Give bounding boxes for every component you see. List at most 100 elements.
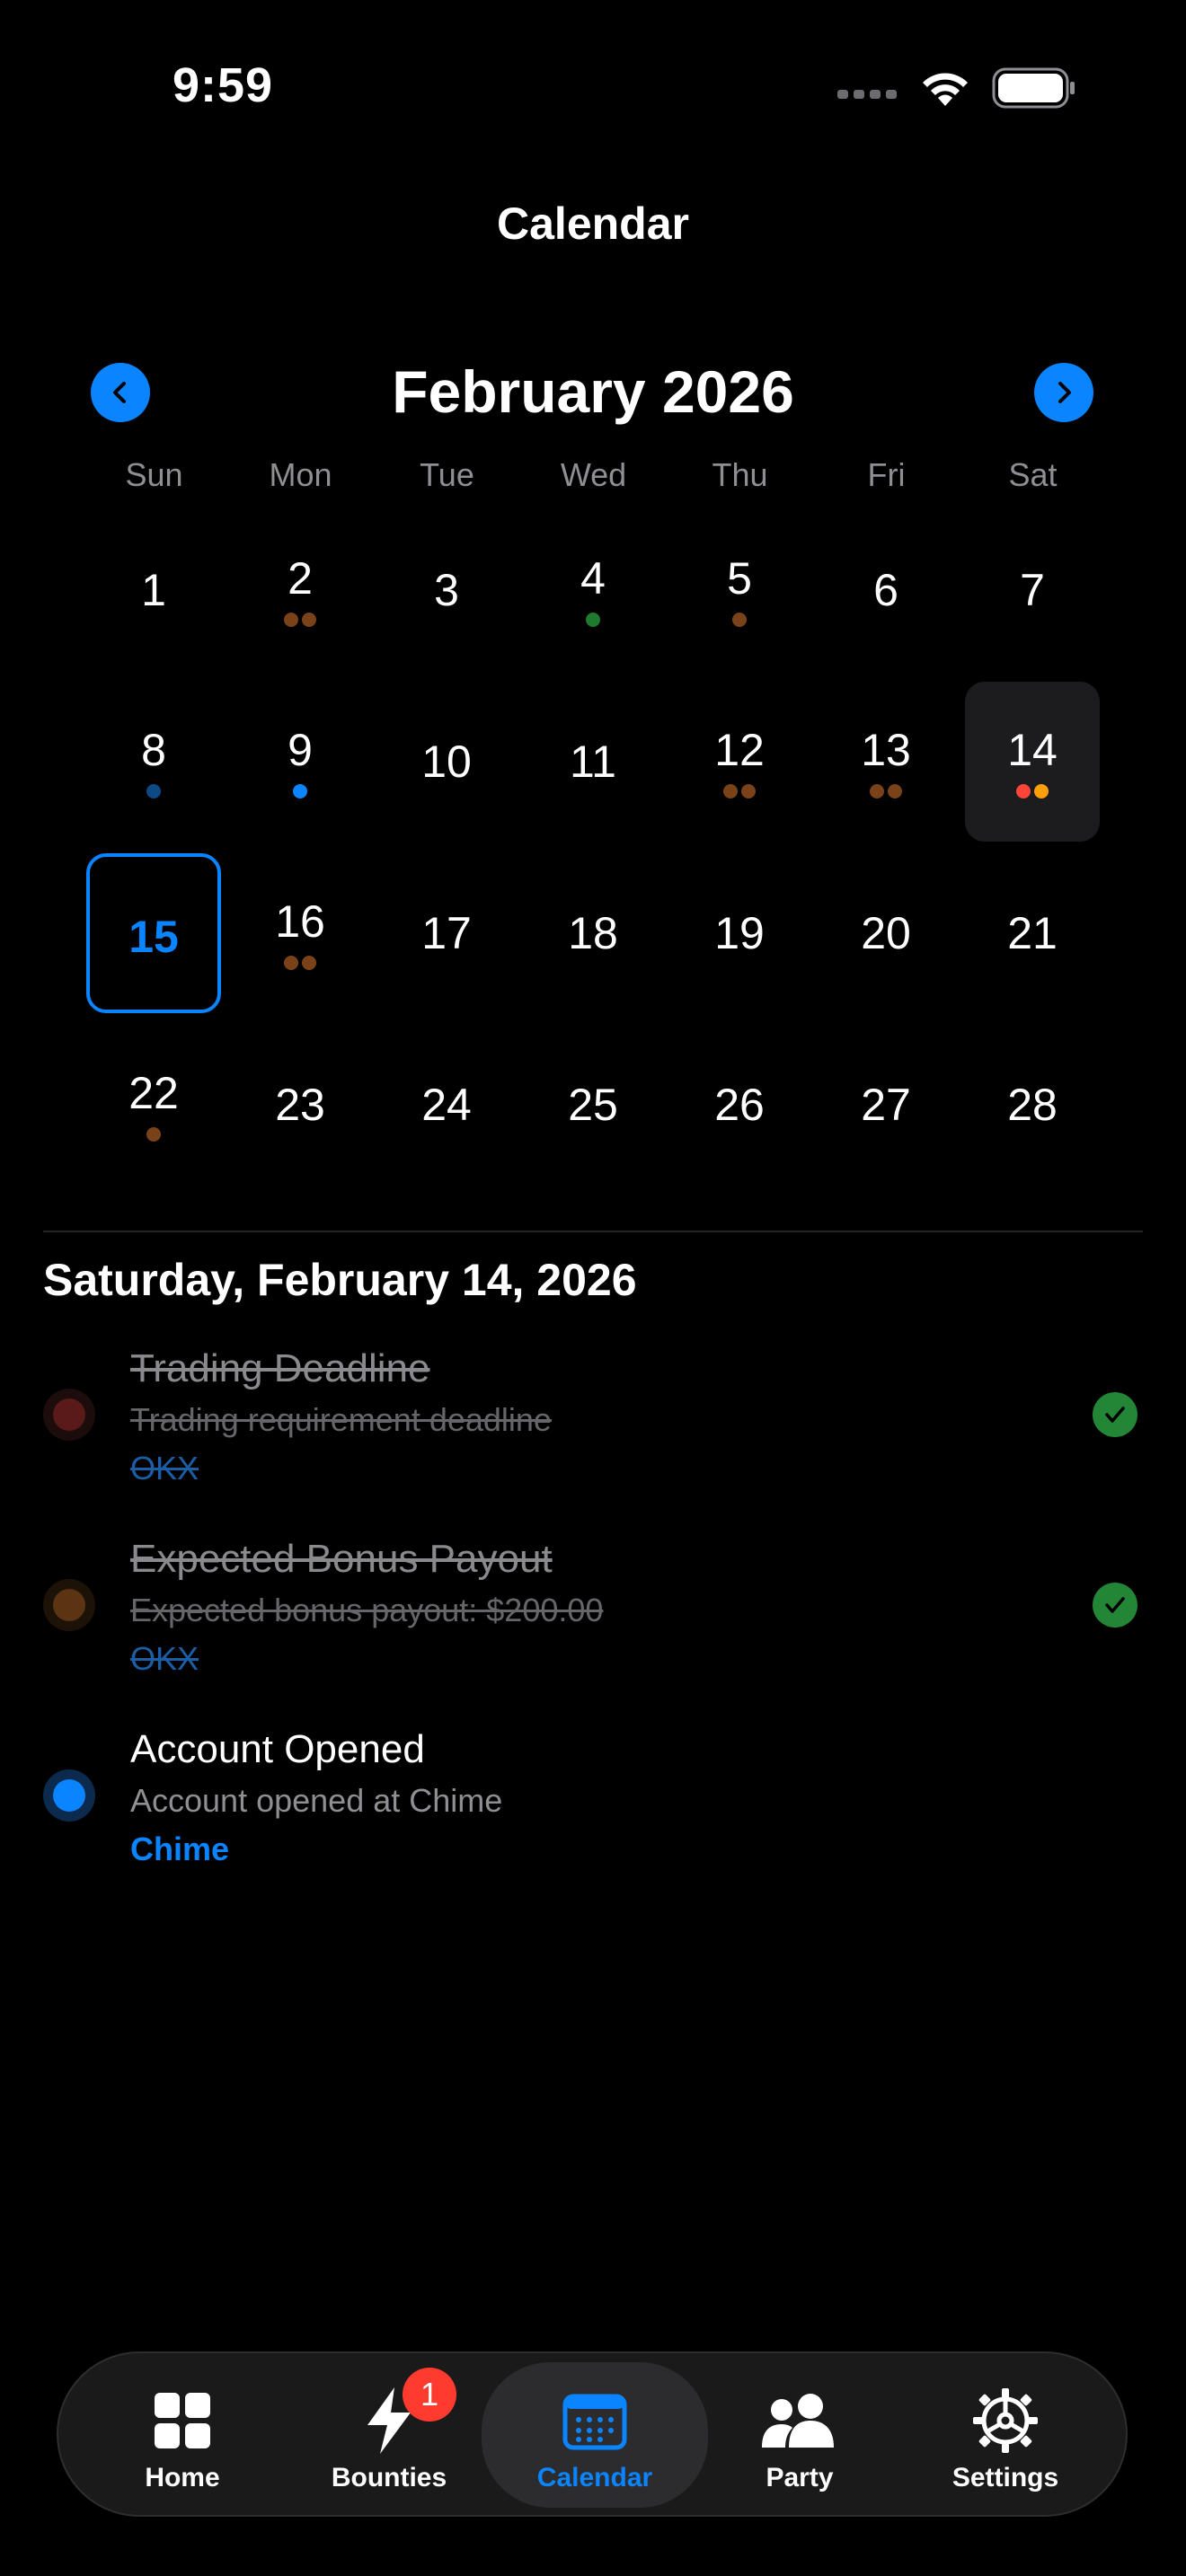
calendar-day[interactable]: 23 [233, 1025, 367, 1185]
calendar-day-selected[interactable]: 14 [965, 682, 1100, 842]
event-source-link[interactable]: OKX [130, 1449, 199, 1488]
event-dot [732, 613, 747, 627]
day-number: 9 [288, 725, 313, 775]
calendar-day[interactable]: 4 [526, 510, 660, 670]
day-number: 22 [128, 1068, 179, 1118]
day-number: 23 [275, 1080, 325, 1130]
event-item[interactable]: Trading Deadline Trading requirement dead… [0, 1345, 1186, 1515]
calendar-day[interactable]: 16 [233, 853, 367, 1013]
calendar-day[interactable]: 17 [379, 853, 514, 1013]
event-dots [233, 784, 367, 798]
tab-calendar[interactable]: Calendar [482, 2353, 708, 2515]
tab-settings[interactable]: Settings [907, 2353, 1104, 2515]
calendar-day[interactable]: 11 [526, 682, 660, 842]
event-dots [965, 784, 1100, 798]
notification-badge: 1 [403, 2368, 456, 2422]
calendar-day[interactable]: 27 [819, 1025, 953, 1185]
event-description: Account opened at Chime [130, 1782, 503, 1819]
calendar-day[interactable]: 10 [379, 682, 514, 842]
tab-label: Settings [951, 2463, 1059, 2492]
calendar-day[interactable]: 3 [379, 510, 514, 670]
day-number: 14 [1007, 725, 1058, 775]
day-number: 25 [568, 1080, 618, 1130]
event-status-dot [43, 1389, 95, 1441]
event-title: Trading Deadline [130, 1346, 430, 1390]
event-source-link[interactable]: OKX [130, 1639, 199, 1679]
calendar-day-today[interactable]: 15 [86, 853, 221, 1013]
day-number: 7 [1020, 565, 1045, 615]
calendar-day[interactable]: 18 [526, 853, 660, 1013]
people-icon [701, 2386, 898, 2456]
event-dot [284, 613, 298, 627]
day-number: 12 [714, 725, 765, 775]
event-source-link[interactable]: Chime [130, 1830, 229, 1869]
completed-check-icon[interactable] [1093, 1583, 1137, 1628]
day-number: 1 [141, 565, 166, 615]
home-grid-icon [84, 2386, 281, 2456]
tab-party[interactable]: Party [701, 2353, 898, 2515]
calendar-day[interactable]: 21 [965, 853, 1100, 1013]
calendar-day[interactable]: 12 [672, 682, 807, 842]
tab-bounties[interactable]: Bounties 1 [290, 2353, 488, 2515]
event-dot [723, 784, 738, 798]
lightning-icon [290, 2386, 488, 2456]
calendar-day[interactable]: 9 [233, 682, 367, 842]
event-dots [86, 1127, 221, 1142]
calendar-day[interactable]: 1 [86, 510, 221, 670]
day-number: 24 [421, 1080, 472, 1130]
calendar-day[interactable]: 13 [819, 682, 953, 842]
tab-label: Bounties [331, 2463, 447, 2492]
tab-label: Party [766, 2463, 834, 2492]
event-dot [53, 1398, 85, 1431]
calendar-day[interactable]: 26 [672, 1025, 807, 1185]
day-number: 26 [714, 1080, 765, 1130]
calendar-day[interactable]: 6 [819, 510, 953, 670]
completed-check-icon[interactable] [1093, 1392, 1137, 1437]
event-dots [233, 956, 367, 970]
event-dot [741, 784, 756, 798]
day-number: 13 [861, 725, 911, 775]
calendar-day[interactable]: 20 [819, 853, 953, 1013]
day-number: 21 [1007, 908, 1058, 958]
event-dot [302, 956, 316, 970]
event-dot [870, 784, 884, 798]
event-item[interactable]: Account Opened Account opened at Chime Chi… [0, 1725, 1186, 1896]
calendar-day[interactable]: 19 [672, 853, 807, 1013]
calendar-day[interactable]: 25 [526, 1025, 660, 1185]
day-number: 15 [128, 912, 179, 962]
event-dot [293, 784, 307, 798]
calendar-day[interactable]: 8 [86, 682, 221, 842]
day-number: 5 [727, 553, 752, 604]
tab-label: Calendar [536, 2463, 653, 2492]
gear-icon [907, 2386, 1104, 2456]
event-dot [1016, 784, 1031, 798]
day-number: 27 [861, 1080, 911, 1130]
event-dot [888, 784, 902, 798]
day-number: 8 [141, 725, 166, 775]
day-number: 18 [568, 908, 618, 958]
tab-home[interactable]: Home [84, 2353, 281, 2515]
day-number: 10 [421, 737, 472, 787]
calendar-day[interactable]: 22 [86, 1025, 221, 1185]
event-title: Account Opened [130, 1727, 425, 1771]
calendar-day[interactable]: 5 [672, 510, 807, 670]
event-status-dot [43, 1769, 95, 1822]
event-dot [284, 956, 298, 970]
event-description: Trading requirement deadline [130, 1401, 552, 1438]
event-dots [526, 613, 660, 627]
day-number: 17 [421, 908, 472, 958]
calendar-day[interactable]: 7 [965, 510, 1100, 670]
event-dots [86, 784, 221, 798]
event-dot [53, 1589, 85, 1621]
event-title: Expected Bonus Payout [130, 1537, 553, 1581]
calendar-day[interactable]: 28 [965, 1025, 1100, 1185]
calendar-day[interactable]: 2 [233, 510, 367, 670]
calendar-day[interactable]: 24 [379, 1025, 514, 1185]
selected-date-heading: Saturday, February 14, 2026 [43, 1255, 637, 1305]
event-dot [53, 1779, 85, 1812]
day-number: 2 [288, 553, 313, 604]
event-item[interactable]: Expected Bonus Payout Expected bonus payo… [0, 1535, 1186, 1706]
event-dots [672, 784, 807, 798]
event-dot [146, 784, 161, 798]
event-dots [672, 613, 807, 627]
